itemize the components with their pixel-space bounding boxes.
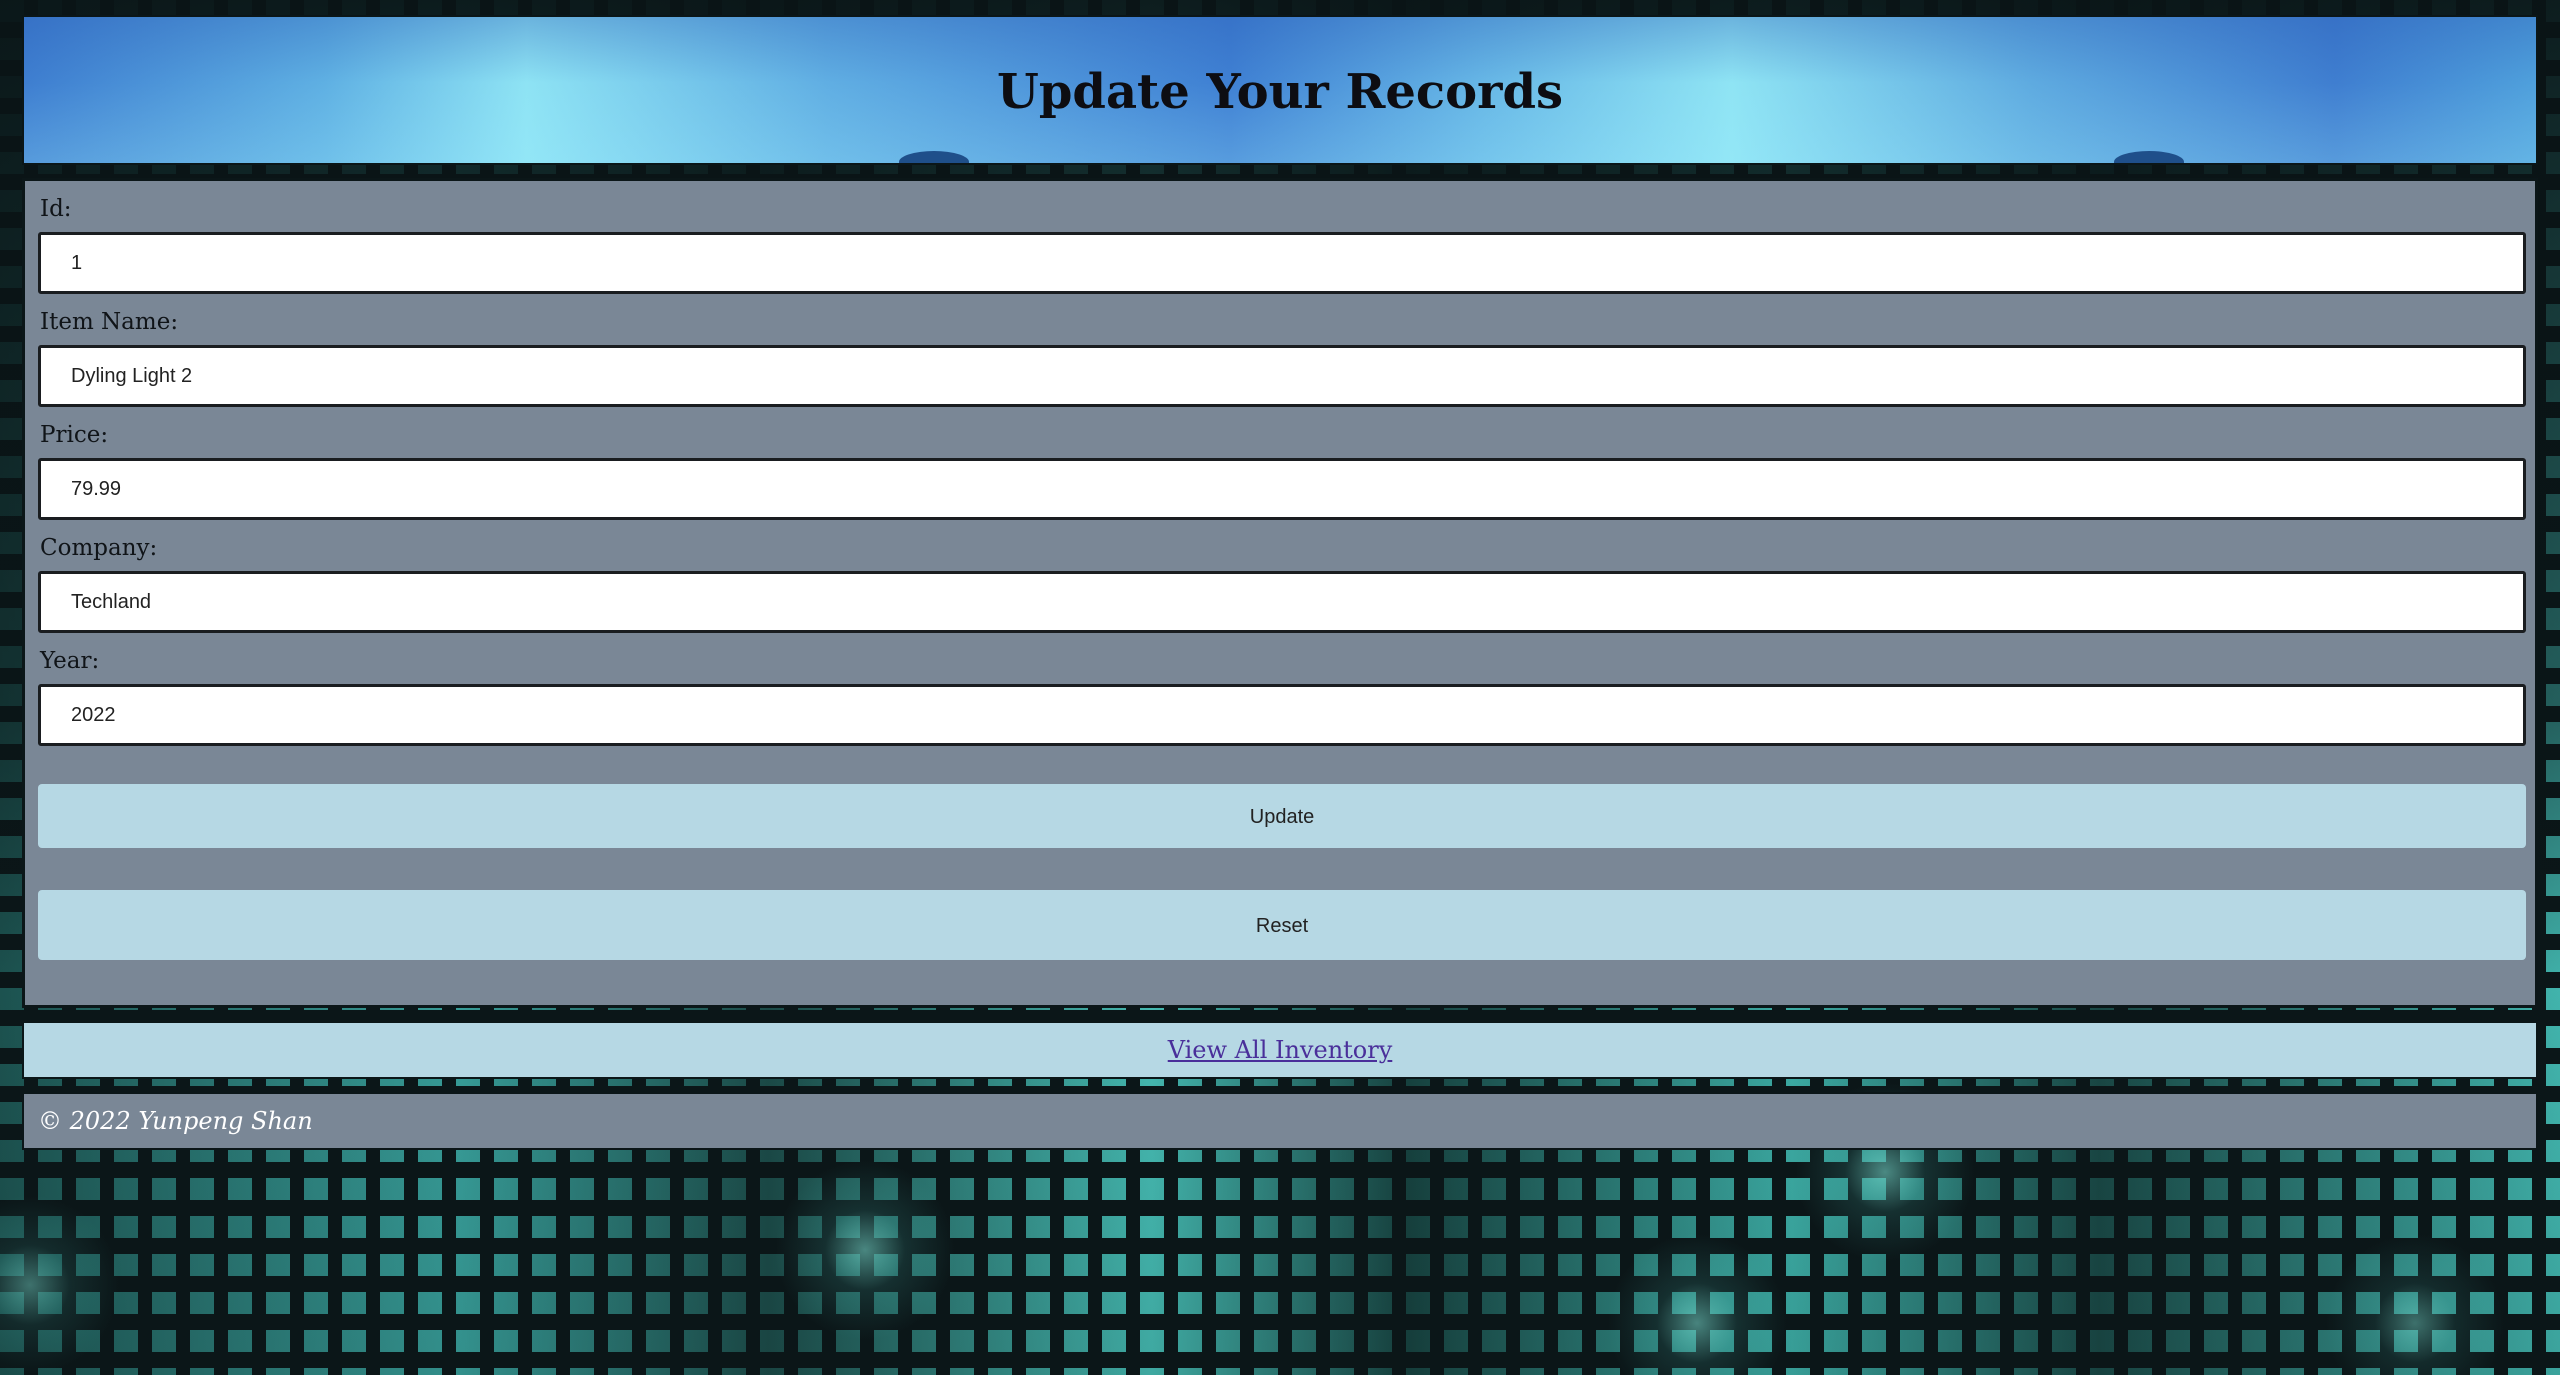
id-label: Id: [40,196,72,222]
price-label: Price: [40,422,109,448]
copyright-text: © 2022 Yunpeng Shan [38,1107,313,1135]
reset-button[interactable]: Reset [38,890,2526,960]
id-field[interactable] [38,232,2526,294]
page-title: Update Your Records [996,64,1564,120]
page: Update Your Records Id: Item Name: Price… [0,0,2560,1375]
inventory-nav-bar: View All Inventory [22,1021,2538,1079]
company-label: Company: [40,535,158,561]
update-button[interactable]: Update [38,784,2526,848]
year-field[interactable] [38,684,2526,746]
view-all-inventory-link[interactable]: View All Inventory [1168,1036,1393,1064]
update-record-form: Id: Item Name: Price: Company: Year: Upd… [22,178,2538,1008]
year-label: Year: [40,648,100,674]
item-name-label: Item Name: [40,309,179,335]
page-header: Update Your Records [22,15,2538,165]
company-field[interactable] [38,571,2526,633]
price-field[interactable] [38,458,2526,520]
footer: © 2022 Yunpeng Shan [22,1092,2538,1150]
item-name-field[interactable] [38,345,2526,407]
